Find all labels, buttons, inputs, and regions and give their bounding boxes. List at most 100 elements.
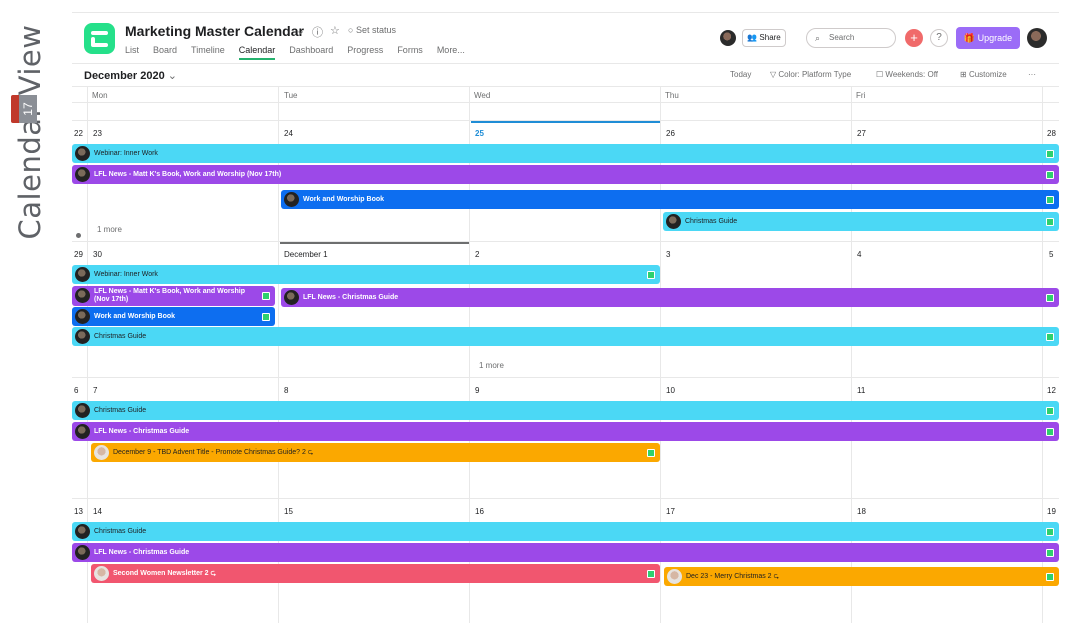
event-bar[interactable]: LFL News - Christmas Guide — [281, 288, 1059, 307]
day-number[interactable]: 7 — [93, 386, 97, 395]
day-number[interactable]: 3 — [666, 250, 670, 259]
day-number[interactable]: 5 — [1049, 250, 1053, 259]
day-number-today[interactable]: 25 — [475, 129, 484, 138]
view-tabs: List Board Timeline Calendar Dashboard P… — [125, 45, 479, 60]
day-number[interactable]: 9 — [475, 386, 479, 395]
event-bar[interactable]: Christmas Guide — [72, 401, 1059, 420]
day-number[interactable]: 11 — [857, 386, 865, 395]
status-checkbox[interactable] — [262, 292, 270, 300]
customize-button[interactable]: ⊞ Customize — [960, 70, 1007, 79]
weekends-toggle[interactable]: ☐ Weekends: Off — [876, 70, 938, 79]
tab-board[interactable]: Board — [153, 45, 177, 60]
day-number[interactable]: 10 — [666, 386, 675, 395]
day-number[interactable]: 28 — [1047, 129, 1056, 138]
day-number[interactable]: 19 — [1047, 507, 1056, 516]
assignee-avatar — [75, 524, 90, 539]
day-number[interactable]: 14 — [93, 507, 102, 516]
calendar-icon: 17 — [11, 95, 37, 123]
status-checkbox[interactable] — [1046, 294, 1054, 302]
day-number[interactable]: 24 — [284, 129, 293, 138]
month-selector[interactable]: December 2020 ⌄ — [84, 69, 177, 82]
day-number[interactable]: 30 — [93, 250, 102, 259]
event-bar[interactable]: Dec 23 - Merry Christmas 2 ⮎ — [664, 567, 1059, 586]
event-bar[interactable]: Christmas Guide — [72, 327, 1059, 346]
tab-progress[interactable]: Progress — [347, 45, 383, 60]
event-bar[interactable]: December 9 - TBD Advent Title - Promote … — [91, 443, 660, 462]
event-bar[interactable]: Christmas Guide — [72, 522, 1059, 541]
day-number[interactable]: December 1 — [284, 250, 328, 259]
status-checkbox[interactable] — [1046, 528, 1054, 536]
weekday-fri: Fri — [856, 91, 866, 100]
event-bar[interactable]: LFL News - Christmas Guide — [72, 543, 1059, 562]
week-number: 6 — [74, 386, 79, 395]
color-filter[interactable]: ▽ Color: Platform Type — [770, 70, 851, 79]
set-status-button[interactable]: ○ Set status — [348, 25, 396, 35]
day-number[interactable]: 16 — [475, 507, 484, 516]
event-bar[interactable]: Webinar: Inner Work — [72, 144, 1059, 163]
event-bar[interactable]: Webinar: Inner Work — [72, 265, 660, 284]
week-number: 29 — [74, 250, 83, 259]
weekday-tue: Tue — [284, 91, 298, 100]
assignee-avatar — [667, 569, 682, 584]
help-button[interactable]: ? — [930, 29, 948, 47]
event-bar[interactable]: Work and Worship Book — [72, 307, 275, 326]
user-avatar[interactable] — [1027, 28, 1047, 48]
tab-calendar[interactable]: Calendar — [238, 45, 276, 60]
share-button[interactable]: 👥 Share — [742, 29, 786, 47]
day-number[interactable]: 15 — [284, 507, 293, 516]
status-checkbox[interactable] — [1046, 333, 1054, 341]
event-bar[interactable]: Christmas Guide — [663, 212, 1059, 231]
weekday-thu: Thu — [665, 91, 679, 100]
status-checkbox[interactable] — [647, 570, 655, 578]
status-checkbox[interactable] — [1046, 150, 1054, 158]
more-link[interactable]: 1 more — [479, 361, 504, 370]
today-button[interactable]: Today — [730, 70, 751, 79]
event-bar[interactable]: LFL News - Matt K's Book, Work and Worsh… — [72, 286, 275, 306]
day-number[interactable]: 27 — [857, 129, 866, 138]
day-number[interactable]: 23 — [93, 129, 102, 138]
day-number[interactable]: 18 — [857, 507, 866, 516]
weekday-mon: Mon — [92, 91, 108, 100]
info-icon[interactable]: ⓘ — [312, 24, 323, 40]
star-icon[interactable]: ☆ — [330, 24, 340, 37]
tab-timeline[interactable]: Timeline — [191, 45, 225, 60]
status-checkbox[interactable] — [647, 271, 655, 279]
status-checkbox[interactable] — [1046, 428, 1054, 436]
day-number[interactable]: 17 — [666, 507, 675, 516]
status-checkbox[interactable] — [1046, 549, 1054, 557]
search-icon: ⌕ — [815, 33, 821, 43]
tab-forms[interactable]: Forms — [397, 45, 423, 60]
project-header: Marketing Master Calendar ⌄ ⓘ ☆ ○ Set st… — [72, 12, 1059, 62]
calendar-grid: Mon Tue Wed Thu Fri 22 23 24 25 26 27 28… — [72, 87, 1059, 623]
day-number[interactable]: 4 — [857, 250, 861, 259]
status-checkbox[interactable] — [1046, 407, 1054, 415]
status-checkbox[interactable] — [1046, 196, 1054, 204]
chevron-down-icon[interactable]: ⌄ — [296, 24, 305, 37]
project-owner-avatar[interactable] — [720, 30, 736, 46]
project-title[interactable]: Marketing Master Calendar — [125, 23, 304, 39]
event-bar[interactable]: Second Women Newsletter 2 ⮎ — [91, 564, 660, 583]
status-checkbox[interactable] — [1046, 218, 1054, 226]
overflow-dot-icon — [76, 233, 81, 238]
event-bar[interactable]: Work and Worship Book — [281, 190, 1059, 209]
tab-more[interactable]: More... — [437, 45, 465, 60]
more-options-icon[interactable]: ··· — [1028, 70, 1036, 79]
day-number[interactable]: 2 — [475, 250, 479, 259]
event-bar[interactable]: LFL News - Christmas Guide — [72, 422, 1059, 441]
day-number[interactable]: 8 — [284, 386, 288, 395]
assignee-avatar — [94, 445, 109, 460]
more-link[interactable]: 1 more — [97, 225, 122, 234]
day-number[interactable]: 26 — [666, 129, 675, 138]
assignee-avatar — [284, 192, 299, 207]
status-checkbox[interactable] — [1046, 171, 1054, 179]
day-number[interactable]: 12 — [1047, 386, 1056, 395]
tab-dashboard[interactable]: Dashboard — [289, 45, 333, 60]
status-checkbox[interactable] — [1046, 573, 1054, 581]
tab-list[interactable]: List — [125, 45, 139, 60]
upgrade-button[interactable]: 🎁 Upgrade — [956, 27, 1020, 49]
event-bar[interactable]: LFL News - Matt K's Book, Work and Worsh… — [72, 165, 1059, 184]
add-button[interactable]: + — [905, 29, 923, 47]
search-input[interactable]: ⌕ Search — [806, 28, 896, 48]
status-checkbox[interactable] — [262, 313, 270, 321]
status-checkbox[interactable] — [647, 449, 655, 457]
